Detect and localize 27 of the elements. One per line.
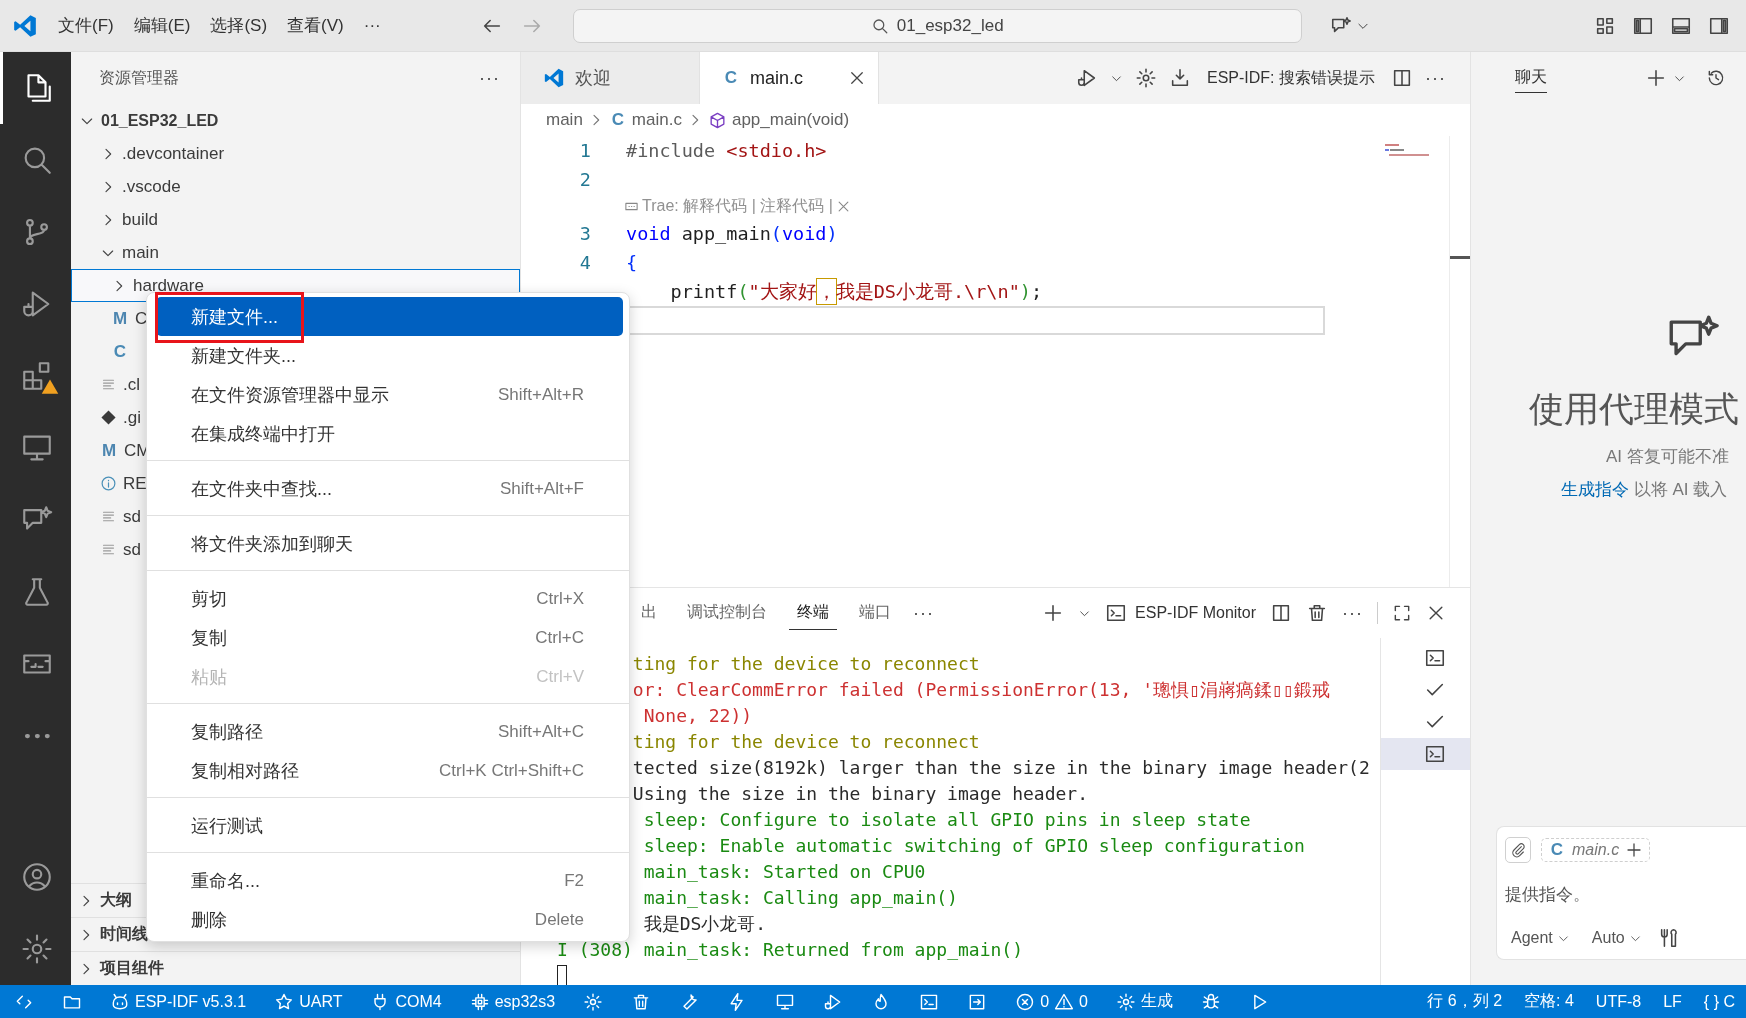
code-line: #include <stdio.h> [626,140,827,161]
disclaimer-text: AI 答复可能不准 [1606,446,1730,468]
file-type-icon: M [100,440,118,461]
terminal-line: None, 22)) [642,705,753,726]
file-type-icon: M [111,308,129,329]
file-type-icon: C [722,68,740,88]
line-number: 4 [579,252,591,273]
terminal-line: ting for the device to reconnect [632,731,980,752]
line-number: 1 [579,140,591,161]
code-line: void app_main(void) [626,223,838,244]
line-number: 3 [579,223,591,244]
terminal-line: sleep: Configure to isolate all GPIO pins in sleep state [642,809,1251,830]
terminal-line: main_task: Started on CPU0 [642,861,926,882]
terminal-line: 我是DS小龙哥. [642,913,767,934]
chat-heading: 使用代理模式 [1529,388,1740,430]
code-line: { [626,252,638,273]
terminal-line: or: ClearCommError failed (PermissionError(13, '璁惧▯涓嶈瘑鍒▯▯鍛戒 [632,679,1330,700]
terminal-line: tected size(8192k) larger than the size in the binary image header(2 [632,757,1370,778]
line-number: 2 [579,169,591,190]
terminal-line: main_task: Calling app_main() [642,887,958,908]
terminal-line: ting for the device to reconnect [632,653,980,674]
hint-text: 以将 AI 载入 [1632,480,1728,499]
file-type-icon: C [608,110,627,130]
terminal-line: sleep: Enable automatic switching of GPIO sleep configuration [642,835,1305,856]
terminal-line: I (308) main_task: Returned from app_main() [557,939,1023,960]
panel-title: 资源管理器 [99,67,179,88]
terminal-line: Using the size in the binary image header. [632,783,1088,804]
